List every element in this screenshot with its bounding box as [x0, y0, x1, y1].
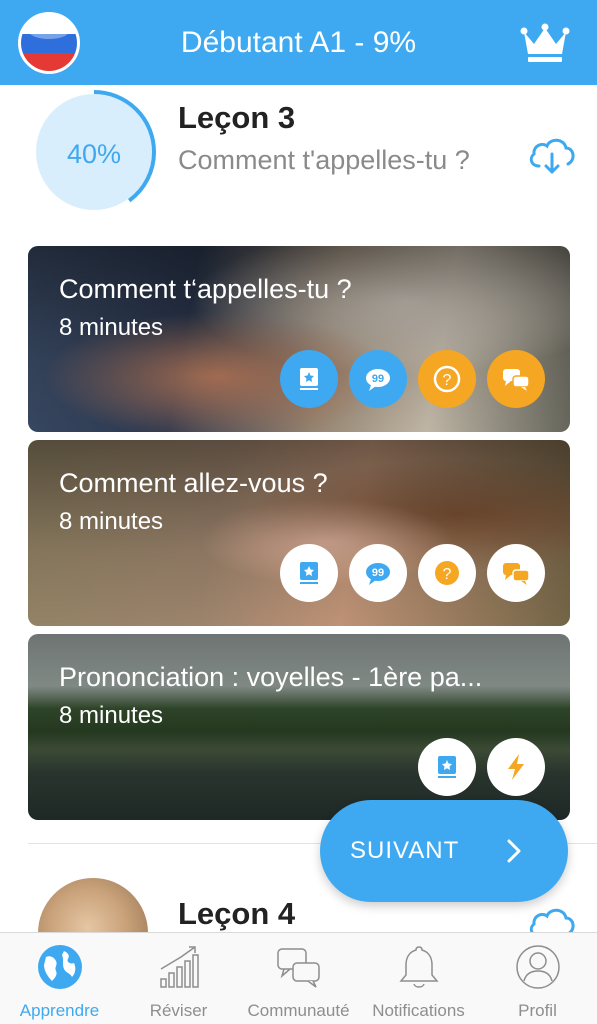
- lesson-subtitle: Comment t'appelles-tu ?: [178, 145, 470, 175]
- globe-icon: [37, 945, 82, 989]
- lesson-title: Leçon 3: [178, 100, 296, 135]
- card-duration: 8 minutes: [59, 702, 164, 729]
- card-title: Comment t‘appelles-tu ?: [59, 274, 352, 304]
- lesson-card-1[interactable]: Comment t‘appelles-tu ? 8 minutes 99 ?: [28, 246, 570, 432]
- card-duration: 8 minutes: [59, 508, 164, 535]
- svg-text:99: 99: [372, 373, 384, 385]
- course-level-title[interactable]: Débutant A1 - 9%: [0, 0, 597, 85]
- bar-chart-icon: [159, 946, 199, 988]
- tab-label: Profil: [518, 1001, 557, 1020]
- tab-label: Réviser: [149, 1001, 208, 1020]
- tab-label: Communauté: [247, 1001, 350, 1020]
- card-title: Prononciation : voyelles - 1ère pa...: [59, 662, 483, 692]
- svg-text:?: ?: [443, 372, 452, 389]
- chevron-right-icon: [507, 839, 521, 863]
- card-duration: 8 minutes: [59, 314, 164, 341]
- conversation-icon[interactable]: [487, 544, 545, 602]
- crown-icon[interactable]: [520, 22, 570, 64]
- quiz-icon[interactable]: ?: [418, 350, 476, 408]
- lesson-card-2[interactable]: Comment allez-vous ? 8 minutes 99 ?: [28, 440, 570, 626]
- tab-label: Apprendre: [19, 1001, 100, 1020]
- next-button-label: SUIVANT: [350, 837, 460, 864]
- svg-text:?: ?: [443, 566, 452, 583]
- dialogue-icon[interactable]: 99: [349, 350, 407, 408]
- next-button[interactable]: SUIVANT: [320, 800, 568, 902]
- tab-reviser[interactable]: Réviser: [119, 933, 238, 1024]
- bottom-tab-bar: Apprendre Réviser Communauté Notificatio…: [0, 932, 597, 1024]
- quiz-icon[interactable]: ?: [418, 544, 476, 602]
- profile-icon: [515, 945, 560, 989]
- vocabulary-icon[interactable]: [280, 544, 338, 602]
- bell-icon: [398, 946, 439, 988]
- lightning-icon[interactable]: [487, 738, 545, 796]
- lesson-progress-percent: 40%: [66, 139, 122, 169]
- tab-communaute[interactable]: Communauté: [238, 933, 359, 1024]
- svg-text:99: 99: [372, 567, 384, 579]
- tab-apprendre[interactable]: Apprendre: [0, 933, 119, 1024]
- dialogue-icon[interactable]: 99: [349, 544, 407, 602]
- chat-bubbles-icon: [276, 948, 320, 988]
- tab-profil[interactable]: Profil: [478, 933, 597, 1024]
- conversation-icon[interactable]: [487, 350, 545, 408]
- lesson-4-title: Leçon 4: [178, 896, 296, 931]
- tab-label: Notifications: [372, 1001, 465, 1020]
- lesson-card-3[interactable]: Prononciation : voyelles - 1ère pa... 8 …: [28, 634, 570, 820]
- tab-notifications[interactable]: Notifications: [359, 933, 478, 1024]
- vocabulary-icon[interactable]: [280, 350, 338, 408]
- top-header: Débutant A1 - 9%: [0, 0, 597, 85]
- card-title: Comment allez-vous ?: [59, 468, 328, 498]
- vocabulary-icon[interactable]: [418, 738, 476, 796]
- cloud-download-icon[interactable]: [527, 136, 577, 176]
